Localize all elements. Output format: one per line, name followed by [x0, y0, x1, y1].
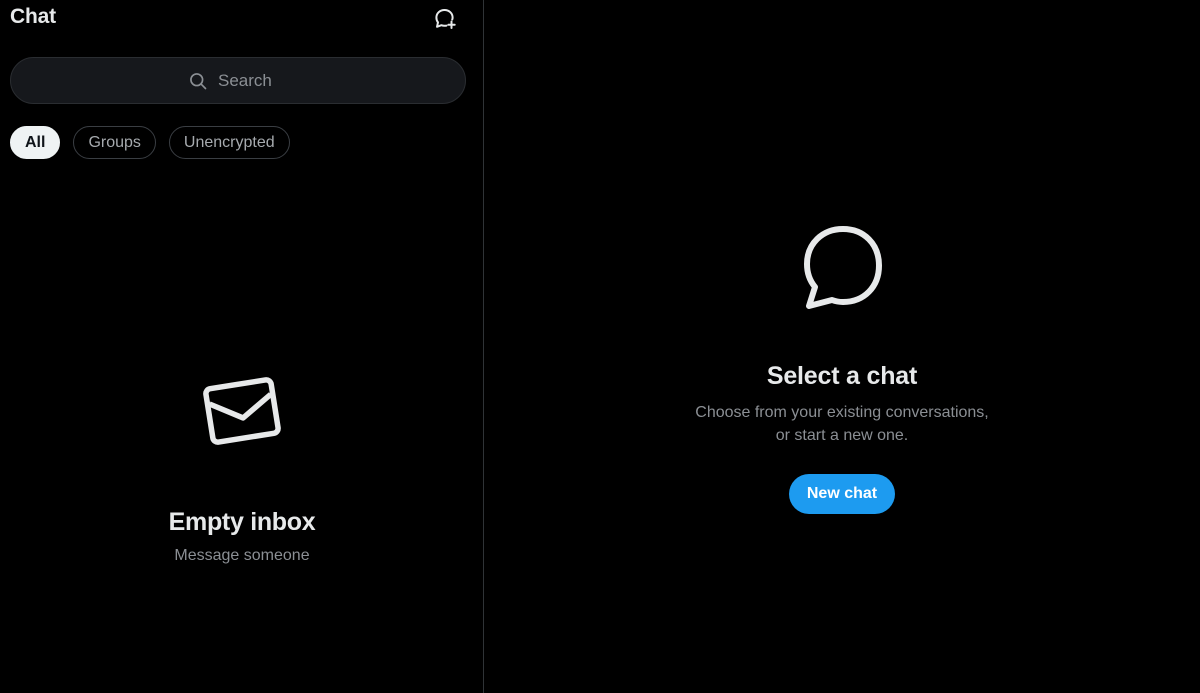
search-input[interactable]: [218, 70, 288, 91]
empty-inbox-subtitle: Message someone: [174, 547, 310, 564]
envelope-icon: [203, 377, 281, 445]
empty-inbox-state: Empty inbox Message someone: [0, 372, 484, 565]
page-title: Chat: [10, 5, 56, 28]
filter-chip-all[interactable]: All: [10, 126, 61, 159]
new-chat-button[interactable]: New chat: [788, 474, 896, 514]
filter-chip-groups[interactable]: Groups: [73, 126, 156, 159]
chat-bubble-icon: [804, 226, 882, 309]
empty-inbox-title: Empty inbox: [168, 508, 316, 536]
filter-chip-unencrypted[interactable]: Unencrypted: [168, 126, 290, 159]
select-chat-subtitle-line-1: Choose from your existing conversations,: [695, 404, 989, 421]
filter-chips: All Groups Unencrypted: [10, 126, 290, 159]
select-chat-subtitle-line-2: or start a new one.: [775, 427, 909, 444]
select-chat-subtitle: Choose from your existing conversations,…: [672, 401, 1012, 447]
chat-app: Chat All Groups Unencrypted: [0, 0, 1200, 693]
inbox-pane: Chat All Groups Unencrypted: [0, 0, 484, 693]
search-box[interactable]: [10, 57, 466, 104]
new-chat-icon[interactable]: [433, 7, 457, 31]
select-chat-state: Select a chat Choose from your existing …: [484, 222, 1200, 514]
conversation-pane: Select a chat Choose from your existing …: [484, 0, 1200, 693]
select-chat-title: Select a chat: [766, 362, 918, 390]
search-icon: [190, 72, 207, 89]
